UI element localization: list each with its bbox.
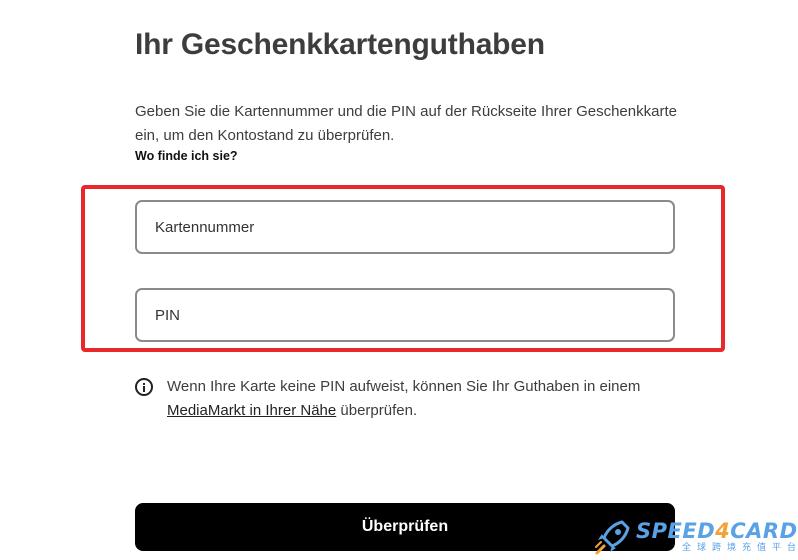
watermark-brand-card: CARD bbox=[730, 519, 798, 543]
speed4card-watermark: SPEED4CARD 全球跨境充值平台 bbox=[592, 516, 798, 558]
mediamarkt-nearby-link[interactable]: MediaMarkt in Ihrer Nähe bbox=[167, 402, 336, 419]
pin-field[interactable] bbox=[135, 288, 675, 342]
where-to-find-link[interactable]: Wo finde ich sie? bbox=[135, 149, 238, 163]
card-number-field[interactable] bbox=[135, 200, 675, 254]
info-text-before: Wenn Ihre Karte keine PIN aufweist, könn… bbox=[167, 378, 641, 395]
page-title: Ihr Geschenkkartenguthaben bbox=[135, 28, 545, 61]
info-text: Wenn Ihre Karte keine PIN aufweist, könn… bbox=[167, 375, 695, 423]
info-icon bbox=[135, 378, 153, 396]
info-text-after: überprüfen. bbox=[336, 402, 418, 419]
page-description: Geben Sie die Kartennummer und die PIN a… bbox=[135, 103, 677, 144]
pin-input[interactable] bbox=[153, 305, 657, 325]
watermark-text: SPEED4CARD 全球跨境充值平台 bbox=[636, 520, 798, 554]
watermark-brand-speed: SPEED bbox=[636, 519, 716, 543]
watermark-brand-four: 4 bbox=[715, 519, 731, 543]
watermark-brand: SPEED4CARD bbox=[636, 520, 798, 542]
rocket-icon bbox=[595, 520, 630, 555]
card-number-input[interactable] bbox=[153, 217, 657, 237]
watermark-subtitle: 全球跨境充值平台 bbox=[682, 543, 798, 553]
info-notice: Wenn Ihre Karte keine PIN aufweist, könn… bbox=[135, 375, 695, 423]
